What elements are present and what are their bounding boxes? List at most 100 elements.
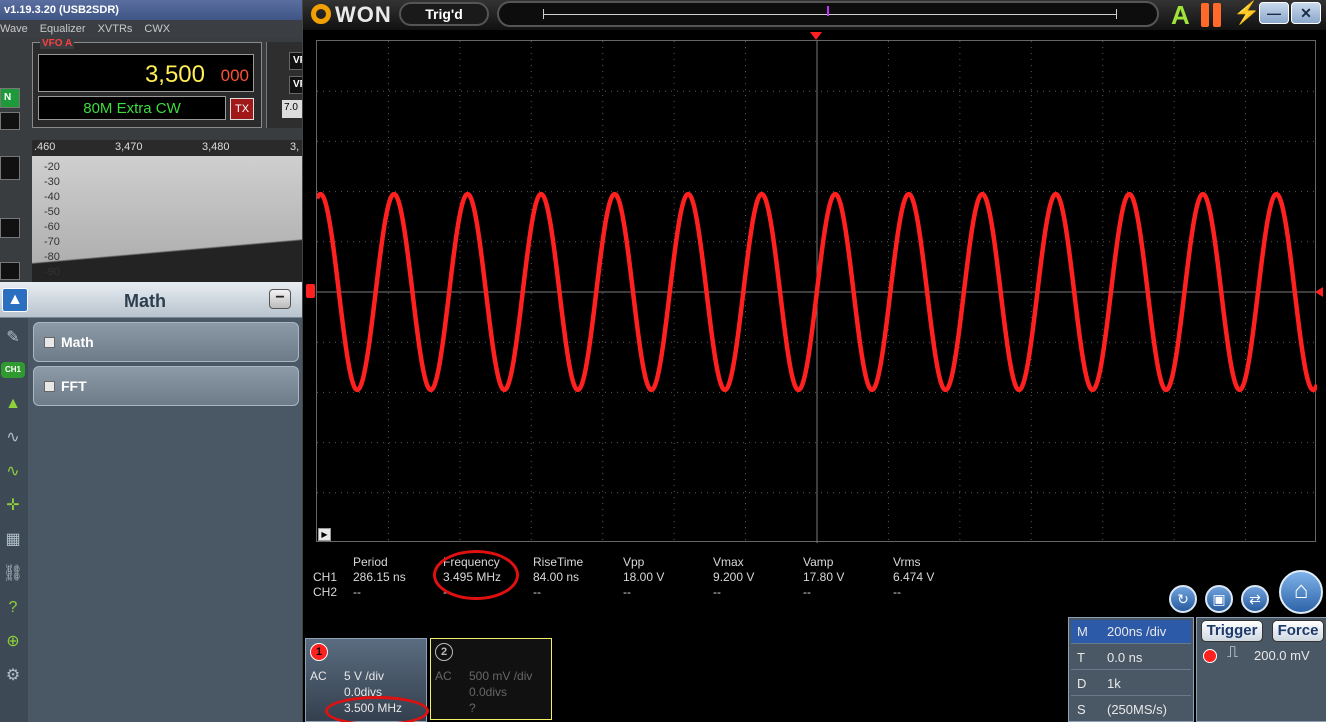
timebase-row[interactable]: M 200ns /div	[1071, 620, 1191, 644]
settings-icon[interactable]: ⚙	[1, 664, 25, 688]
oscilloscope-window: WON Trig'd A ⚡ — ✕ ▶ CH1 CH2 Period 286.…	[302, 0, 1326, 722]
ch1-icon[interactable]: CH1	[1, 362, 25, 378]
menu-wave[interactable]: Wave	[0, 23, 28, 38]
menu-xvtrs[interactable]: XVTRs	[98, 23, 133, 38]
ch2-panel[interactable]: 2 AC 500 mV /div 0.0divs ?	[430, 638, 552, 720]
vfo-frequency-hz: 000	[220, 66, 249, 85]
timebase-key: M	[1077, 624, 1088, 639]
timebase-row[interactable]: D 1k	[1071, 672, 1191, 696]
memory-position-bar[interactable]	[497, 1, 1159, 27]
measure-icon[interactable]: ▦	[1, 528, 25, 552]
frequency-highlight-circle	[433, 550, 519, 600]
ch1-scale: 5 V /div	[344, 669, 385, 683]
wave-auto-icon[interactable]: ∿	[1, 460, 25, 484]
waveform-display[interactable]	[316, 40, 1317, 543]
triangle-icon[interactable]: ▲	[1, 392, 25, 416]
db-tick: -90	[44, 266, 60, 278]
ch2-badge: 2	[435, 643, 453, 661]
trigger-position-marker[interactable]	[810, 32, 822, 40]
collapse-button[interactable]: −	[269, 289, 291, 309]
measurement-value: 6.474 V	[893, 570, 935, 584]
memory-position-marker[interactable]	[827, 6, 829, 16]
play-icon[interactable]: ▶	[318, 528, 331, 541]
side-toolbar: ✎ CH1 ▲ ∿ ∿ ✛ ▦ ⛓ ? ⊕ ⚙	[0, 318, 28, 722]
measurement-row-labels: CH1 CH2	[313, 570, 337, 600]
sdr-left-button-5[interactable]	[0, 262, 20, 280]
measurement-value: 84.00 ns	[533, 570, 580, 584]
timebase-row[interactable]: T 0.0 ns	[1071, 646, 1191, 670]
tx-button[interactable]: TX	[230, 98, 254, 120]
transfer-icon[interactable]: ⇄	[1241, 585, 1269, 613]
ch2-frequency: ?	[469, 701, 476, 715]
measurement-header: Vrms	[893, 555, 921, 569]
memory-bar-line	[543, 14, 1117, 15]
measurement-period: Period 286.15 ns --	[353, 555, 406, 600]
wave-icon[interactable]: ∿	[1, 426, 25, 450]
trigger-level-marker[interactable]	[1315, 287, 1323, 297]
trigger-button[interactable]: Trigger	[1201, 620, 1263, 642]
vfo-side-value: 7.0	[282, 100, 302, 118]
measurement-value: 9.200 V	[713, 570, 755, 584]
fft-checkbox[interactable]	[44, 381, 55, 392]
sdr-left-button-4[interactable]	[0, 218, 20, 238]
timebase-row[interactable]: S (250MS/s)	[1071, 698, 1191, 722]
ch1-offset-marker[interactable]	[306, 284, 315, 298]
trigger-level: 200.0 mV	[1254, 648, 1310, 663]
spectrum-tick: 3,470	[115, 141, 143, 153]
scope-toolbar: WON Trig'd A ⚡ — ✕	[303, 0, 1326, 30]
math-option[interactable]: Math	[33, 322, 299, 362]
force-button[interactable]: Force	[1272, 620, 1324, 642]
measurement-header: RiseTime	[533, 555, 584, 569]
sdr-menu-bar: Wave Equalizer XVTRs CWX	[0, 20, 302, 38]
menu-equalizer[interactable]: Equalizer	[40, 23, 86, 38]
link-icon[interactable]: ⛓	[1, 562, 25, 586]
measurement-header: Period	[353, 555, 388, 569]
measurement-value: --	[533, 585, 541, 599]
minimize-button[interactable]: —	[1259, 2, 1289, 24]
vfo-side-button-2[interactable]: VF	[289, 76, 302, 94]
autoset-icon[interactable]: A	[1171, 0, 1190, 31]
measurement-header: Vpp	[623, 555, 645, 569]
sdr-title-bar: v1.19.3.20 (USB2SDR)	[0, 0, 302, 20]
menu-cwx[interactable]: CWX	[144, 23, 170, 38]
rising-edge-icon[interactable]: ⎍	[1227, 644, 1238, 662]
ch1-coupling: AC	[310, 669, 327, 683]
timebase-key: T	[1077, 650, 1085, 665]
fft-option-label: FFT	[61, 378, 87, 394]
spectrum-frequency-scale: .460 3,470 3,480 3,	[32, 140, 302, 156]
pause-icon[interactable]	[1200, 3, 1222, 27]
owon-logo: WON	[309, 2, 395, 27]
spectrum-tick: 3,	[290, 141, 300, 153]
zoom-icon[interactable]: ⊕	[1, 630, 25, 654]
measurement-header: Vamp	[803, 555, 834, 569]
cursor-icon[interactable]: ✛	[1, 494, 25, 518]
close-button[interactable]: ✕	[1291, 2, 1321, 24]
fft-option[interactable]: FFT	[33, 366, 299, 406]
vfo-frequency: 3,500	[144, 61, 205, 88]
home-icon[interactable]: ⌂	[1279, 570, 1323, 614]
vfo-frequency-display[interactable]: 3,500 000	[38, 54, 254, 92]
math-checkbox[interactable]	[44, 337, 55, 348]
timebase-panel[interactable]: M 200ns /div T 0.0 ns D 1k S (250MS/s)	[1068, 617, 1194, 722]
help-icon[interactable]: ?	[1, 596, 25, 620]
refresh-icon[interactable]: ↻	[1169, 585, 1197, 613]
spectrum-db-scale: -20 -30 -40 -50 -60 -70 -80 -90	[44, 160, 60, 280]
sdr-left-button-3[interactable]	[0, 156, 20, 180]
sdr-left-button-2[interactable]	[0, 112, 20, 130]
timebase-value: 200ns /div	[1107, 624, 1167, 639]
ch1-frequency-highlight-circle	[325, 696, 429, 722]
spectrum-tick: .460	[34, 141, 56, 153]
vfo-side-button-1[interactable]: VF	[289, 52, 302, 70]
spectrum-tick: 3,480	[202, 141, 230, 153]
sdr-left-green-button[interactable]: N	[0, 88, 20, 108]
probe-icon[interactable]: ✎	[1, 326, 25, 350]
row-label-ch2: CH2	[313, 585, 338, 599]
lightning-icon[interactable]: ⚡	[1233, 0, 1260, 26]
save-icon[interactable]: ▣	[1205, 585, 1233, 613]
trigger-source-icon[interactable]	[1203, 649, 1217, 663]
db-tick: -70	[44, 236, 60, 248]
measurement-vpp: Vpp 18.00 V --	[623, 555, 664, 600]
timebase-value: 0.0 ns	[1107, 650, 1143, 665]
measurement-value: 17.80 V	[803, 570, 845, 584]
memory-bar-left-tick	[543, 9, 544, 19]
